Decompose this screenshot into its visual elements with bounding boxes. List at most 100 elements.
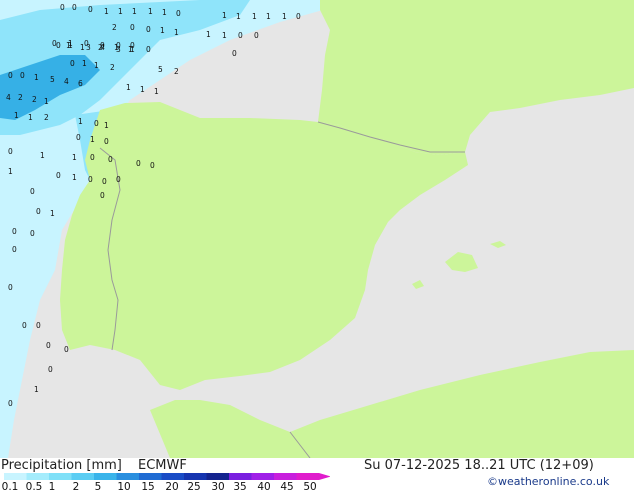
precip-value-label: 0 — [88, 175, 93, 184]
precip-value-label: 1 — [126, 83, 131, 92]
precip-value-label: 0 — [20, 71, 25, 80]
precip-value-label: 4 — [64, 77, 69, 86]
precip-value-label: 0 — [232, 49, 237, 58]
legend-swatch — [229, 473, 252, 480]
precip-value-label: 0 — [104, 137, 109, 146]
precip-value-label: 0 — [130, 23, 135, 32]
precip-value-label: 1 — [72, 173, 77, 182]
precip-value-label: 1 — [78, 117, 83, 126]
legend-overflow-arrow — [319, 473, 330, 480]
precip-value-label: 0 — [150, 161, 155, 170]
precip-value-label: 1 — [154, 87, 159, 96]
legend-tick-label: 25 — [187, 481, 201, 493]
precip-value-label: 1 — [80, 43, 85, 52]
precip-value-label: 4 — [100, 43, 105, 52]
precip-value-label: 5 — [158, 65, 163, 74]
precip-value-label: 1 — [40, 151, 45, 160]
precip-value-label: 1 — [28, 113, 33, 122]
credit-link[interactable]: ©weatheronline.co.uk — [487, 475, 609, 488]
precip-value-label: 0 — [254, 31, 259, 40]
legend-tick-label: 2 — [72, 481, 80, 493]
precip-value-label: 1 — [174, 28, 179, 37]
legend-tick-label: 10 — [117, 481, 131, 493]
precip-value-label: 1 — [222, 11, 227, 20]
legend-swatch — [116, 473, 139, 480]
precip-value-label: 0 — [22, 321, 27, 330]
precip-value-label: 0 — [30, 187, 35, 196]
precip-value-label: 1 — [94, 61, 99, 70]
precip-value-label: 0 — [56, 41, 61, 50]
model-label: ECMWF — [138, 458, 187, 473]
precip-value-label: 3 — [86, 43, 91, 52]
precip-value-label: 1 — [34, 385, 39, 394]
precip-value-label: 1 — [132, 7, 137, 16]
legend-tick-label: 30 — [211, 481, 225, 493]
legend-swatch — [26, 473, 49, 480]
precip-value-label: 1 — [50, 209, 55, 218]
precip-value-label: 0 — [90, 153, 95, 162]
precip-value-label: 0 — [8, 147, 13, 156]
precip-value-label: 2 — [18, 93, 23, 102]
precip-value-label: 1 — [68, 41, 73, 50]
precip-value-label: 0 — [48, 365, 53, 374]
precip-value-label: 0 — [46, 341, 51, 350]
precip-value-label: 1 — [72, 153, 77, 162]
precip-value-label: 1 — [104, 7, 109, 16]
precip-value-label: 1 — [160, 26, 165, 35]
precip-value-label: 1 — [130, 45, 135, 54]
precip-value-label: 0 — [70, 59, 75, 68]
precip-value-label: 2 — [174, 67, 179, 76]
legend-tick-label: 20 — [165, 481, 179, 493]
precip-value-label: 1 — [252, 12, 257, 21]
precip-value-label: 0 — [116, 175, 121, 184]
valid-time: Su 07-12-2025 18..21 UTC (12+09) — [364, 458, 594, 473]
legend-tick-label: 50 — [303, 481, 317, 493]
legend-swatch — [94, 473, 117, 480]
legend-colorbar — [4, 473, 330, 480]
legend-swatch — [296, 473, 319, 480]
legend-swatch — [184, 473, 207, 480]
precip-value-label: 0 — [136, 159, 141, 168]
precip-value-label: 2 — [32, 95, 37, 104]
precipitation-map: 0 0 0 1 1 1 1 1 0 1 1 1 1 1 02 0 0 1 1 1 1 0 000 1 0 0 0 0 01 1 2 1 10 1 3… — [0, 0, 634, 458]
legend-tick-label: 45 — [280, 481, 294, 493]
precip-value-label: 0 — [108, 155, 113, 164]
legend-tick-label: 0.1 — [1, 481, 19, 493]
precip-value-label: 1 — [118, 7, 123, 16]
precip-value-label: 4 — [6, 93, 11, 102]
legend-swatch — [274, 473, 297, 480]
precip-value-label: 0 — [8, 283, 13, 292]
precip-value-label: 0 — [30, 229, 35, 238]
precip-value-label: 0 — [94, 119, 99, 128]
precip-value-label: 0 — [100, 191, 105, 200]
precip-value-label: 1 — [162, 8, 167, 17]
precip-value-label: 0 — [8, 399, 13, 408]
legend-swatch — [49, 473, 72, 480]
precip-value-label: 0 — [60, 3, 65, 12]
product-label: Precipitation [mm] — [1, 458, 122, 473]
legend-swatch — [161, 473, 184, 480]
precip-value-label: 1 — [206, 30, 211, 39]
precip-value-label: 2 — [112, 23, 117, 32]
precip-value-label: 0 — [238, 31, 243, 40]
precip-value-label: 1 — [148, 7, 153, 16]
precip-value-label: 0 — [176, 9, 181, 18]
precip-value-label: 0 — [102, 177, 107, 186]
legend-swatch — [4, 473, 27, 480]
precip-value-label: 1 — [236, 12, 241, 21]
precip-value-label: 1 — [82, 59, 87, 68]
precip-value-label: 1 — [44, 97, 49, 106]
precip-value-label: 1 — [14, 111, 19, 120]
legend-swatch — [206, 473, 229, 480]
legend-swatch — [139, 473, 162, 480]
precip-value-label: 3 — [116, 45, 121, 54]
legend-swatch — [71, 473, 94, 480]
legend-tick-label: 5 — [94, 481, 102, 493]
precip-value-label: 1 — [266, 12, 271, 21]
precip-value-label: 1 — [90, 135, 95, 144]
legend-tick-label: 35 — [233, 481, 247, 493]
precip-value-label: 1 — [282, 12, 287, 21]
precip-value-label: 0 — [146, 25, 151, 34]
precip-value-label: 0 — [146, 45, 151, 54]
precip-value-label: 1 — [222, 31, 227, 40]
